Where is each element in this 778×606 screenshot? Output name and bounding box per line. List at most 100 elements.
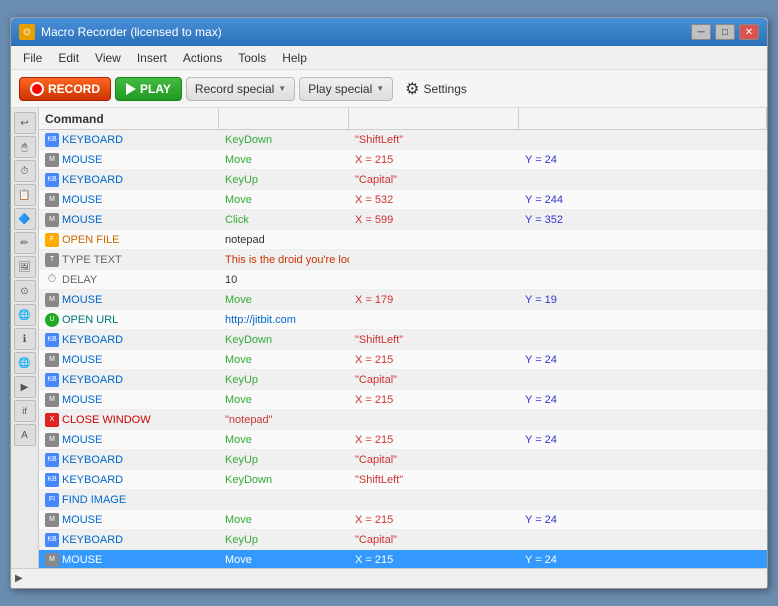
cell-command: X CLOSE WINDOW [39, 410, 219, 429]
status-bar: ▶ [11, 568, 767, 588]
cell-param2: Y = 24 [519, 150, 767, 169]
menu-file[interactable]: File [15, 48, 50, 68]
cmd-type: KEYBOARD [62, 334, 123, 346]
cell-command: KB KEYBOARD [39, 170, 219, 189]
sidebar-icon-3[interactable]: ⏱ [14, 160, 36, 182]
sidebar-icon-2[interactable]: 🖱 [14, 136, 36, 158]
cmd-icon: M [45, 433, 59, 447]
table-row[interactable]: M MOUSE Move X = 179 Y = 19 [39, 290, 767, 310]
sidebar-icon-13[interactable]: if [14, 400, 36, 422]
cell-param2: Y = 24 [519, 550, 767, 568]
sidebar-icon-1[interactable]: ↩ [14, 112, 36, 134]
sidebar: ↩ 🖱 ⏱ 📋 🔷 ✏ 🖼 ⊙ 🌐 ℹ 🌐 ▶ if A [11, 108, 39, 568]
table-row[interactable]: F OPEN FILE notepad [39, 230, 767, 250]
table-row[interactable]: ⏱ DELAY 10 [39, 270, 767, 290]
record-button[interactable]: RECORD [19, 77, 111, 101]
cmd-icon: KB [45, 133, 59, 147]
cell-command: M MOUSE [39, 210, 219, 229]
menu-tools[interactable]: Tools [230, 48, 274, 68]
cmd-icon: M [45, 193, 59, 207]
menu-insert[interactable]: Insert [129, 48, 175, 68]
cell-param1 [349, 310, 519, 329]
cmd-icon: U [45, 313, 59, 327]
table-row[interactable]: U OPEN URL http://jitbit.com [39, 310, 767, 330]
menu-actions[interactable]: Actions [175, 48, 230, 68]
table-row[interactable]: M MOUSE Move X = 215 Y = 24 [39, 510, 767, 530]
header-param2 [519, 108, 767, 129]
table-row[interactable]: KB KEYBOARD KeyUp "Capital" [39, 530, 767, 550]
cmd-icon: KB [45, 373, 59, 387]
cell-command: M MOUSE [39, 430, 219, 449]
sidebar-icon-6[interactable]: ✏ [14, 232, 36, 254]
record-special-button[interactable]: Record special ▼ [186, 77, 295, 101]
cmd-icon: M [45, 293, 59, 307]
cell-param2: Y = 24 [519, 430, 767, 449]
table-row[interactable]: KB KEYBOARD KeyDown "ShiftLeft" [39, 330, 767, 350]
cmd-icon: M [45, 153, 59, 167]
play-special-button[interactable]: Play special ▼ [299, 77, 393, 101]
cell-command: M MOUSE [39, 290, 219, 309]
sidebar-icon-8[interactable]: ⊙ [14, 280, 36, 302]
cell-command: KB KEYBOARD [39, 470, 219, 489]
menu-view[interactable]: View [87, 48, 129, 68]
cell-action: KeyUp [219, 530, 349, 549]
window-title: Macro Recorder (licensed to max) [41, 25, 691, 39]
cmd-type: OPEN URL [62, 314, 118, 326]
cell-param2 [519, 250, 767, 269]
table-row[interactable]: KB KEYBOARD KeyDown "ShiftLeft" [39, 470, 767, 490]
cell-command: M MOUSE [39, 510, 219, 529]
sidebar-icon-4[interactable]: 📋 [14, 184, 36, 206]
cell-action: http://jitbit.com [219, 310, 349, 329]
table-row[interactable]: X CLOSE WINDOW "notepad" [39, 410, 767, 430]
cmd-icon: M [45, 213, 59, 227]
table-row[interactable]: T TYPE TEXT This is the droid you're loo… [39, 250, 767, 270]
table-row[interactable]: M MOUSE Click X = 599 Y = 352 [39, 210, 767, 230]
menu-edit[interactable]: Edit [50, 48, 87, 68]
cell-param1: "Capital" [349, 370, 519, 389]
minimize-button[interactable]: ─ [691, 24, 711, 40]
cell-action: KeyDown [219, 130, 349, 149]
table-row[interactable]: KB KEYBOARD KeyDown "ShiftLeft" [39, 130, 767, 150]
cell-action: Move [219, 350, 349, 369]
table-row[interactable]: M MOUSE Move X = 215 Y = 24 [39, 390, 767, 410]
cell-action: KeyUp [219, 170, 349, 189]
cell-action: Move [219, 150, 349, 169]
table-row[interactable]: M MOUSE Move X = 532 Y = 244 [39, 190, 767, 210]
sidebar-icon-14[interactable]: A [14, 424, 36, 446]
sidebar-icon-7[interactable]: 🖼 [14, 256, 36, 278]
sidebar-icon-11[interactable]: 🌐 [14, 352, 36, 374]
cell-param1: X = 532 [349, 190, 519, 209]
maximize-button[interactable]: □ [715, 24, 735, 40]
close-button[interactable]: ✕ [739, 24, 759, 40]
menu-help[interactable]: Help [274, 48, 315, 68]
cmd-icon: T [45, 253, 59, 267]
cell-param1: "Capital" [349, 170, 519, 189]
table-row[interactable]: M MOUSE Move X = 215 Y = 24 [39, 550, 767, 568]
sidebar-icon-12[interactable]: ▶ [14, 376, 36, 398]
cell-param2 [519, 330, 767, 349]
cell-param1 [349, 270, 519, 289]
cmd-type: DELAY [62, 274, 97, 286]
play-button[interactable]: PLAY [115, 77, 182, 101]
sidebar-icon-5[interactable]: 🔷 [14, 208, 36, 230]
menu-bar: File Edit View Insert Actions Tools Help [11, 46, 767, 70]
sidebar-icon-9[interactable]: 🌐 [14, 304, 36, 326]
cmd-icon: KB [45, 453, 59, 467]
table-row[interactable]: FI FIND IMAGE [39, 490, 767, 510]
cmd-type: MOUSE [62, 354, 102, 366]
cell-param1: X = 215 [349, 350, 519, 369]
cell-action: KeyUp [219, 370, 349, 389]
table-row[interactable]: KB KEYBOARD KeyUp "Capital" [39, 370, 767, 390]
content-area: ↩ 🖱 ⏱ 📋 🔷 ✏ 🖼 ⊙ 🌐 ℹ 🌐 ▶ if A Command [11, 108, 767, 568]
table-row[interactable]: KB KEYBOARD KeyUp "Capital" [39, 450, 767, 470]
cell-param1: "ShiftLeft" [349, 330, 519, 349]
table-row[interactable]: M MOUSE Move X = 215 Y = 24 [39, 150, 767, 170]
cell-action: KeyDown [219, 470, 349, 489]
table-row[interactable]: M MOUSE Move X = 215 Y = 24 [39, 350, 767, 370]
table-row[interactable]: M MOUSE Move X = 215 Y = 24 [39, 430, 767, 450]
settings-button[interactable]: ⚙ Settings [397, 75, 475, 103]
status-arrow-icon[interactable]: ▶ [15, 573, 23, 584]
table-row[interactable]: KB KEYBOARD KeyUp "Capital" [39, 170, 767, 190]
cell-command: M MOUSE [39, 390, 219, 409]
sidebar-icon-10[interactable]: ℹ [14, 328, 36, 350]
